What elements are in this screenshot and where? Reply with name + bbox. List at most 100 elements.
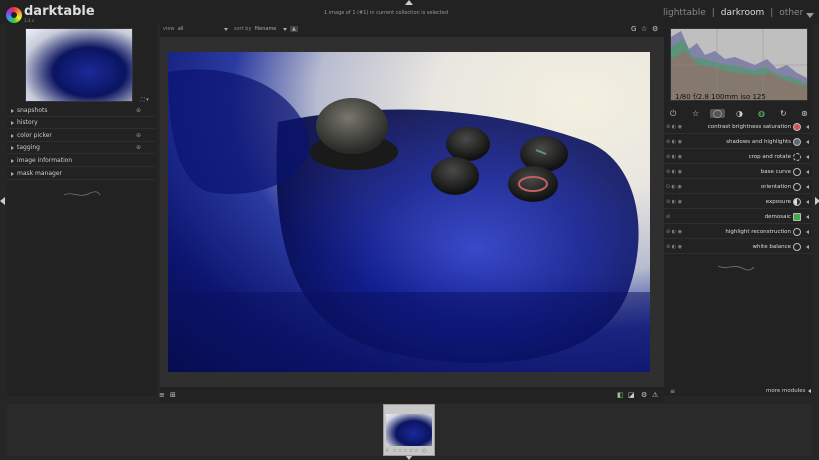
expand-triangle-icon[interactable]: [806, 125, 809, 129]
module-name: crop and rotate: [748, 154, 791, 160]
module-label: snapshots: [17, 107, 48, 114]
styles-icon[interactable]: ⊞: [170, 391, 176, 399]
module-orientation[interactable]: ⏻ ◐ ◉ orientation: [664, 180, 812, 194]
more-modules-button[interactable]: more modules: [766, 388, 805, 394]
module-groups: ⏻ ☆ ◯ ◑ ◍ ↻ ⊛: [664, 106, 812, 120]
left-module-image-information[interactable]: image information: [7, 155, 155, 167]
module-controls[interactable]: ⊘ ◐ ◉: [666, 225, 682, 239]
group-color-icon[interactable]: ◍: [758, 109, 765, 118]
module-name: highlight reconstruction: [725, 229, 791, 235]
module-name: white balance: [752, 244, 791, 250]
expand-triangle-icon: [11, 145, 14, 150]
module-controls[interactable]: ⊘ ◐ ◉: [666, 135, 682, 149]
collapse-right-panel-arrow-right-icon[interactable]: [815, 197, 819, 205]
module-base-curve[interactable]: ⊘ ◐ ◉ base curve: [664, 165, 812, 179]
module-highlight-reconstruction[interactable]: ⊘ ◐ ◉ highlight reconstruction: [664, 225, 812, 239]
sort-direction-button[interactable]: ▲: [290, 26, 298, 32]
group-basic-icon[interactable]: ◯: [710, 109, 725, 118]
darktable-logo-icon: [6, 7, 22, 23]
module-label: tagging: [17, 144, 40, 151]
gamut-check-icon[interactable]: ⚠: [652, 391, 658, 399]
group-power-icon[interactable]: ⏻: [670, 109, 676, 119]
view-darkroom[interactable]: darkroom: [721, 8, 764, 18]
module-preset-icon[interactable]: ⊕: [136, 142, 141, 154]
module-controls[interactable]: ⊘ ◐ ◉: [666, 195, 682, 209]
module-name: exposure: [765, 199, 791, 205]
filmstrip-thumbnail-image[interactable]: [386, 414, 432, 446]
expand-triangle-icon: [11, 133, 14, 138]
module-name: shadows and highlights: [726, 139, 791, 145]
selection-status: 1 image of 1 (#1) in current collection …: [323, 10, 449, 16]
left-module-color-picker[interactable]: color picker ⊕: [7, 130, 155, 142]
collapse-top-panel-arrow-up-icon[interactable]: [405, 0, 413, 5]
main-image-canvas[interactable]: [168, 52, 650, 372]
view-filter-dropdown-icon[interactable]: [224, 28, 228, 31]
module-controls[interactable]: ⊘: [666, 210, 670, 224]
module-controls[interactable]: ⊘ ◐ ◉: [666, 165, 682, 179]
module-preset-icon[interactable]: ⊕: [136, 130, 141, 142]
module-controls[interactable]: ⏻ ◐ ◉: [666, 180, 682, 194]
module-contrast-brightness-saturation[interactable]: ⊘ ◐ ◉ contrast brightness saturation: [664, 120, 812, 134]
view-switcher: lighttable | darkroom | other: [660, 8, 806, 18]
expand-triangle-icon: [11, 120, 14, 125]
module-icon: [793, 138, 801, 146]
expand-triangle-icon[interactable]: [806, 230, 809, 234]
module-icon: [793, 198, 801, 206]
module-label: mask manager: [17, 170, 62, 177]
grouping-icon[interactable]: G: [631, 25, 636, 33]
left-module-tagging[interactable]: tagging ⊕: [7, 142, 155, 154]
sort-by-dropdown-icon[interactable]: [283, 28, 287, 31]
view-filter-label: view: [163, 26, 175, 32]
gamepad-photo: [168, 69, 650, 372]
expand-triangle-icon[interactable]: [806, 155, 809, 159]
menu-icon[interactable]: ≡: [159, 391, 165, 399]
module-crop-and-rotate[interactable]: ⊘ ◐ ◉ crop and rotate: [664, 150, 812, 164]
view-separator: |: [770, 8, 774, 18]
expand-triangle-icon[interactable]: [806, 245, 809, 249]
expand-triangle-icon[interactable]: [806, 200, 809, 204]
softproof-icon[interactable]: ⚙: [641, 391, 647, 399]
gear-icon[interactable]: ⚙: [652, 25, 658, 33]
left-module-mask-manager[interactable]: mask manager: [7, 168, 155, 180]
sort-by[interactable]: sort by filename: [234, 26, 276, 32]
panel-end-swirl-icon: [63, 191, 101, 196]
overexposed-icon[interactable]: ◪: [628, 391, 635, 399]
view-other[interactable]: other: [779, 8, 803, 18]
module-preset-icon[interactable]: ⊕: [136, 105, 141, 117]
view-menu-chevron-down-icon[interactable]: [806, 13, 814, 18]
color-assessment-icon[interactable]: ◧: [617, 391, 624, 399]
group-effects-icon[interactable]: ⊛: [801, 109, 808, 118]
view-filter-value[interactable]: all: [178, 26, 184, 32]
expand-triangle-icon[interactable]: [806, 170, 809, 174]
module-label: history: [17, 119, 38, 126]
view-lighttable[interactable]: lighttable: [663, 8, 706, 18]
expand-triangle-icon[interactable]: [806, 215, 809, 219]
module-icon: [793, 213, 801, 221]
panel-end-swirl-icon: [717, 265, 755, 271]
sort-by-label: sort by: [234, 26, 252, 32]
module-controls[interactable]: ⊘ ◐ ◉: [666, 120, 682, 134]
group-favorites-icon[interactable]: ☆: [692, 109, 699, 118]
filmstrip-rating-stars[interactable]: ☓ ☆☆☆☆☆ ○: [386, 448, 428, 454]
module-white-balance[interactable]: ⊘ ◐ ◉ white balance: [664, 240, 812, 254]
collapse-left-panel-arrow-left-icon[interactable]: [0, 197, 5, 205]
group-correct-icon[interactable]: ↻: [780, 109, 787, 118]
view-filter[interactable]: view all: [163, 26, 184, 32]
group-tone-icon[interactable]: ◑: [736, 109, 743, 118]
more-modules-expand-icon[interactable]: [808, 389, 811, 393]
navigation-thumbnail[interactable]: [25, 28, 133, 102]
more-modules-count-icon[interactable]: ≡: [670, 388, 675, 395]
star-icon[interactable]: ☆: [641, 25, 647, 33]
expand-triangle-icon[interactable]: [806, 185, 809, 189]
left-module-history[interactable]: history: [7, 117, 155, 129]
module-controls[interactable]: ⊘ ◐ ◉: [666, 240, 682, 254]
expand-triangle-icon[interactable]: [806, 140, 809, 144]
left-module-snapshots[interactable]: snapshots ⊕: [7, 105, 155, 117]
sort-by-value[interactable]: filename: [255, 26, 277, 32]
histogram[interactable]: [670, 28, 808, 101]
thumbnail-zoom-controls[interactable]: ⛶ ▾: [141, 97, 149, 103]
module-exposure[interactable]: ⊘ ◐ ◉ exposure: [664, 195, 812, 209]
module-demosaic[interactable]: ⊘ demosaic: [664, 210, 812, 224]
module-shadows-and-highlights[interactable]: ⊘ ◐ ◉ shadows and highlights: [664, 135, 812, 149]
module-controls[interactable]: ⊘ ◐ ◉: [666, 150, 682, 164]
